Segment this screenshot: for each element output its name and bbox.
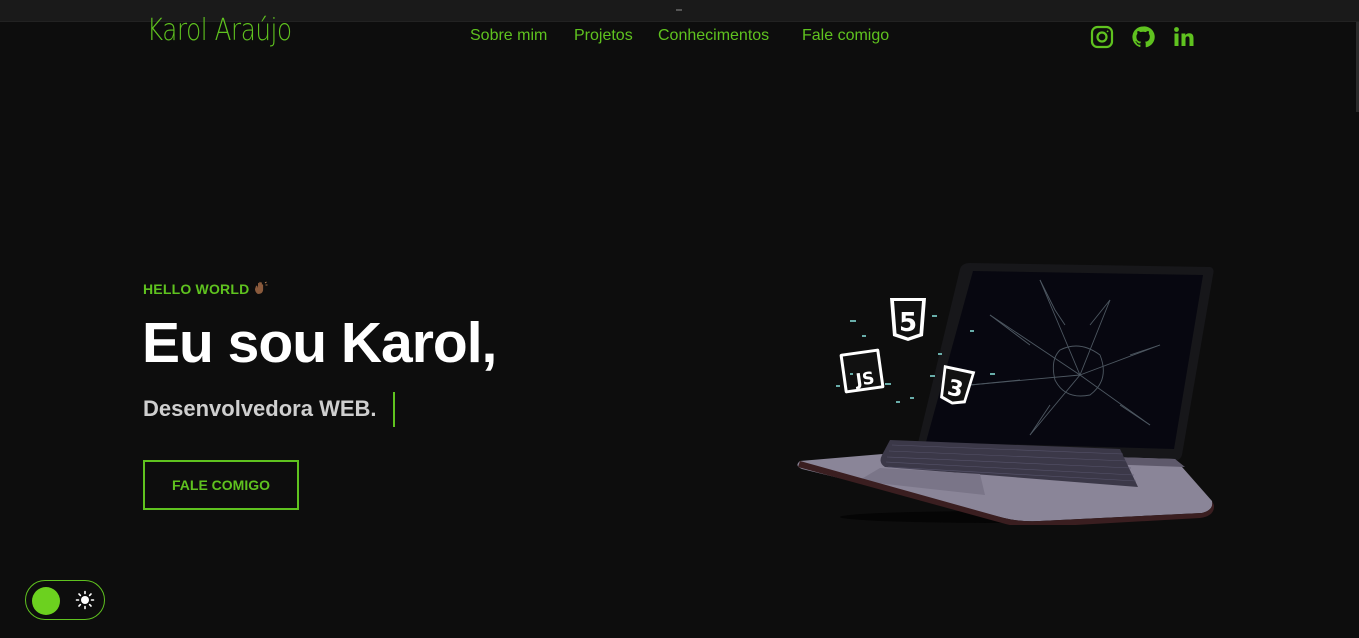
laptop-illustration: 5 JS 3 xyxy=(797,263,1215,525)
theme-toggle[interactable] xyxy=(25,580,105,620)
nav-link-fale-comigo[interactable]: Fale comigo xyxy=(802,27,889,45)
svg-text:JS: JS xyxy=(854,368,876,391)
sun-icon xyxy=(75,590,95,610)
github-icon[interactable] xyxy=(1131,25,1155,49)
linkedin-icon[interactable] xyxy=(1172,25,1196,49)
site-logo[interactable]: Karol Araújo xyxy=(147,16,292,46)
nav-link-projetos[interactable]: Projetos xyxy=(574,27,633,45)
top-strip-marker xyxy=(676,9,682,11)
nav-link-conhecimentos[interactable]: Conhecimentos xyxy=(658,27,769,45)
waving-hand-icon xyxy=(255,281,268,294)
nav-link-sobre-mim[interactable]: Sobre mim xyxy=(470,27,547,45)
hero-title: Eu sou Karol, xyxy=(142,311,497,375)
instagram-icon[interactable] xyxy=(1090,25,1114,49)
contact-button[interactable]: FALE COMIGO xyxy=(143,460,299,510)
hero-subtitle: Desenvolvedora WEB. xyxy=(143,396,377,421)
typing-caret xyxy=(393,392,395,427)
hero-greeting: HELLO WORLD xyxy=(143,281,250,297)
toggle-knob xyxy=(32,587,60,615)
svg-text:5: 5 xyxy=(899,308,917,338)
